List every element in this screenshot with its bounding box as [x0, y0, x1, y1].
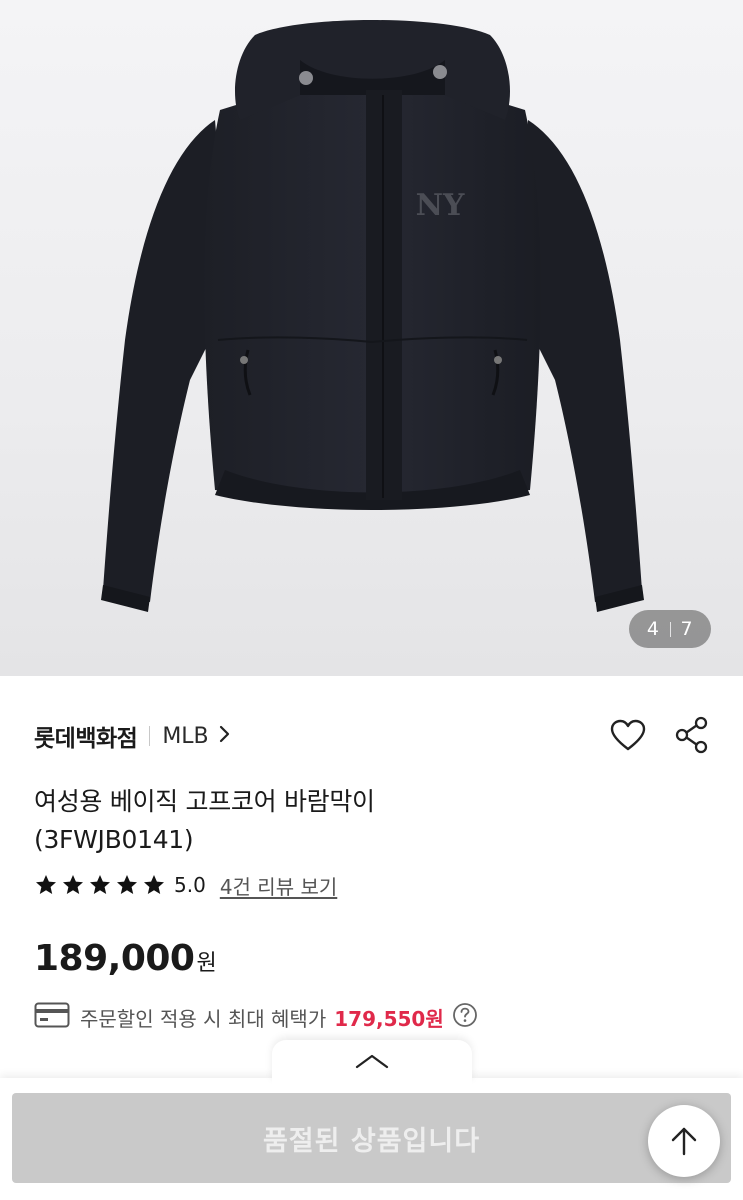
brand-divider [149, 726, 151, 746]
product-title-line1: 여성용 베이직 고프코어 바람막이 [34, 787, 375, 816]
scroll-top-button[interactable] [648, 1105, 720, 1177]
heart-icon[interactable] [608, 716, 648, 756]
image-counter-current: 4 [646, 618, 660, 640]
brand-row[interactable]: 롯데백화점 MLB [34, 716, 231, 756]
chevron-right-icon[interactable] [219, 725, 231, 747]
brand-name[interactable]: MLB [162, 724, 208, 749]
benefit-price: 179,550원 [334, 1006, 444, 1031]
image-counter: 4 7 [629, 610, 711, 648]
price-row: 189,000 원 [34, 938, 217, 988]
question-icon[interactable] [452, 1002, 478, 1033]
star-icon [144, 875, 164, 894]
benefit-text: 주문할인 적용 시 최대 혜택가 [80, 1006, 327, 1031]
chevron-up-icon [355, 1054, 389, 1069]
soldout-button[interactable]: 품절된 상품입니다 [12, 1093, 731, 1183]
star-icon [36, 875, 56, 894]
star-icon [117, 875, 137, 894]
rating-row: 5.0 4건 리뷰 보기 [34, 868, 337, 902]
image-counter-total: 7 [680, 618, 694, 640]
jacket-illustration: NY [101, 20, 644, 612]
svg-text:NY: NY [416, 188, 465, 223]
price-value: 189,000 [34, 938, 195, 979]
star-icon [63, 875, 83, 894]
product-title-line2: (3FWJB0141) [34, 825, 194, 854]
benefit-row[interactable]: 주문할인 적용 시 최대 혜택가 179,550원 [34, 997, 478, 1037]
share-icon[interactable] [672, 714, 712, 756]
store-name[interactable]: 롯데백화점 [34, 719, 138, 753]
counter-divider [669, 621, 671, 637]
product-image[interactable]: NY 4 7 [0, 0, 743, 676]
sheet-toggle[interactable] [272, 1040, 472, 1088]
product-title: 여성용 베이직 고프코어 바람막이 (3FWJB0141) [34, 783, 594, 859]
rating-value: 5.0 [174, 873, 206, 897]
review-link[interactable]: 4건 리뷰 보기 [220, 871, 337, 900]
rating-stars [34, 873, 166, 897]
price-currency: 원 [196, 951, 217, 976]
card-icon [34, 1002, 70, 1033]
star-icon [90, 875, 110, 894]
arrow-up-icon [671, 1127, 697, 1156]
